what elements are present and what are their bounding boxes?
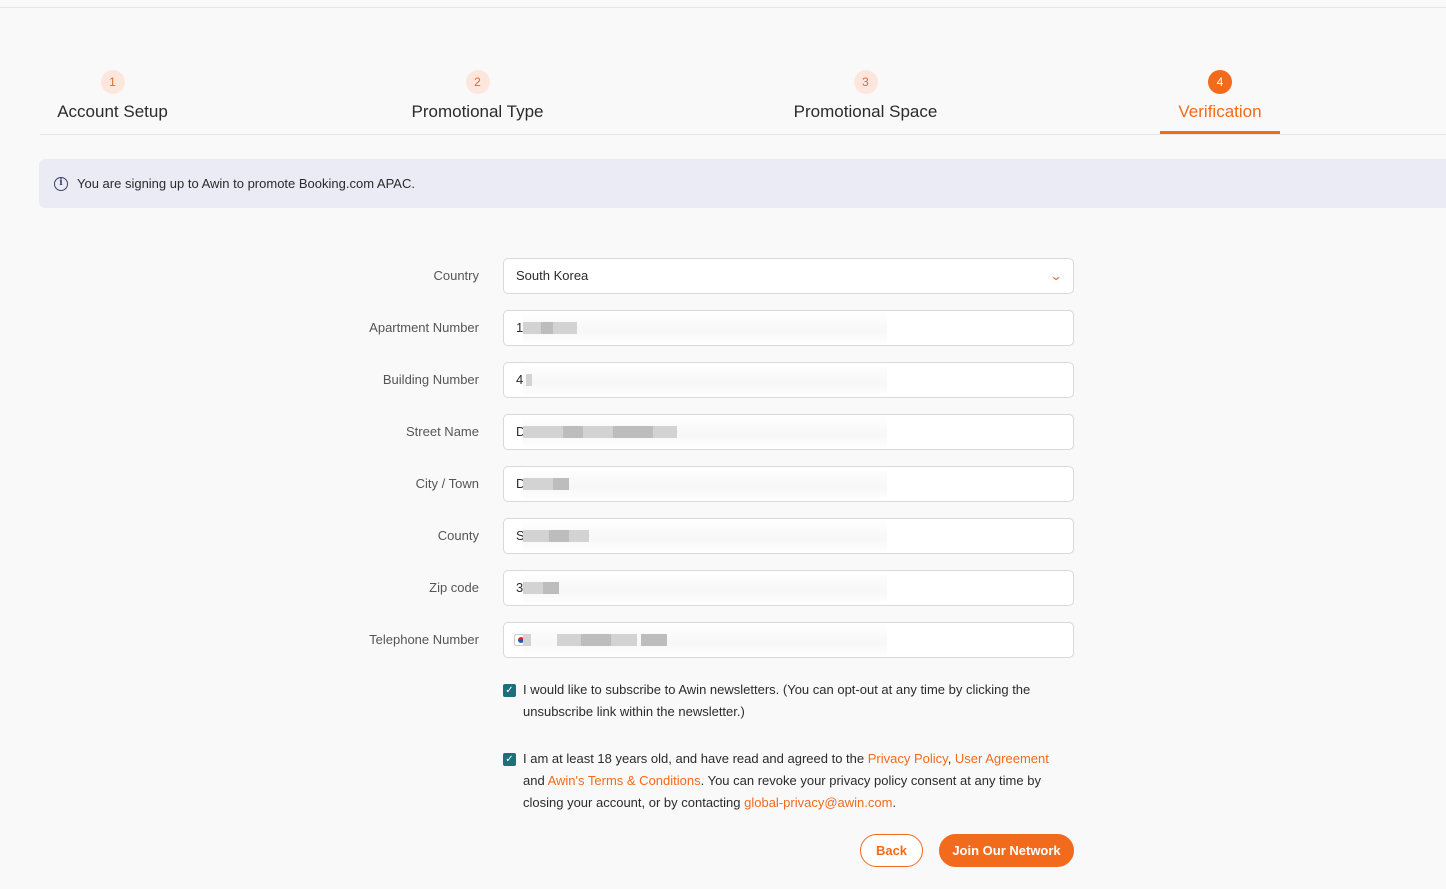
join-network-button[interactable]: Join Our Network <box>939 834 1074 867</box>
step-number: 3 <box>853 70 878 94</box>
step-number: 2 <box>465 70 490 94</box>
country-label: Country <box>433 268 479 283</box>
city-town-input[interactable]: D <box>503 466 1074 502</box>
newsletter-text: I would like to subscribe to Awin newsle… <box>523 682 1031 719</box>
privacy-email-link[interactable]: global-privacy@awin.com <box>744 795 892 810</box>
redacted-area <box>523 467 887 501</box>
top-divider <box>0 7 1446 8</box>
consent-text: I am at least 18 years old, and have rea… <box>523 751 1049 810</box>
zip-code-row: Zip code 3 <box>0 570 1446 606</box>
redacted-area <box>523 311 887 345</box>
building-number-input[interactable]: 4 <box>503 362 1074 398</box>
telephone-row: Telephone Number <box>0 622 1446 658</box>
country-value: South Korea <box>516 268 589 283</box>
info-icon: i <box>54 176 68 191</box>
step-label: Account Setup <box>57 102 168 121</box>
signup-stepper: 1 Account Setup 2 Promotional Type 3 Pro… <box>40 70 1446 135</box>
telephone-input[interactable] <box>503 622 1074 658</box>
newsletter-checkbox[interactable]: ✓ <box>503 684 516 697</box>
building-number-label: Building Number <box>382 372 479 387</box>
apartment-number-label: Apartment Number <box>369 320 479 335</box>
terms-conditions-link[interactable]: Awin's Terms & Conditions <box>548 773 701 788</box>
chevron-down-icon: ⌄ <box>1049 269 1063 283</box>
apartment-number-row: Apartment Number 1 <box>0 310 1446 346</box>
newsletter-option: ✓ I would like to subscribe to Awin news… <box>503 679 1074 723</box>
county-row: County S <box>0 518 1446 554</box>
consent-checkbox[interactable]: ✓ <box>503 753 516 766</box>
country-select[interactable]: South Korea ⌄ <box>503 258 1074 294</box>
back-button[interactable]: Back <box>860 834 923 867</box>
consent-option: ✓ I am at least 18 years old, and have r… <box>503 748 1074 814</box>
street-name-label: Street Name <box>406 424 479 439</box>
city-town-row: City / Town D <box>0 466 1446 502</box>
redacted-area <box>523 571 887 605</box>
street-name-row: Street Name D <box>0 414 1446 450</box>
zip-code-label: Zip code <box>429 580 479 595</box>
zip-code-input[interactable]: 3 <box>503 570 1074 606</box>
step-label: Promotional Space <box>793 102 938 121</box>
street-name-input[interactable]: D <box>503 414 1074 450</box>
step-verification[interactable]: 4 Verification <box>1160 70 1280 134</box>
step-promotional-type[interactable]: 2 Promotional Type <box>410 70 545 122</box>
redacted-area <box>523 363 887 397</box>
building-number-row: Building Number 4 <box>0 362 1446 398</box>
step-account-setup[interactable]: 1 Account Setup <box>55 70 170 122</box>
redacted-area <box>523 519 887 553</box>
step-label: Verification <box>1178 102 1262 121</box>
country-row: Country South Korea ⌄ <box>0 258 1446 294</box>
user-agreement-link[interactable]: User Agreement <box>955 751 1049 766</box>
privacy-policy-link[interactable]: Privacy Policy <box>868 751 948 766</box>
step-promotional-space[interactable]: 3 Promotional Space <box>793 70 938 122</box>
city-town-label: City / Town <box>415 476 479 491</box>
info-banner: i You are signing up to Awin to promote … <box>39 159 1446 208</box>
step-number: 1 <box>100 70 125 94</box>
step-label: Promotional Type <box>411 102 544 121</box>
apartment-number-input[interactable]: 1 <box>503 310 1074 346</box>
step-number: 4 <box>1208 70 1232 94</box>
redacted-area <box>523 623 887 657</box>
county-label: County <box>437 528 479 543</box>
county-input[interactable]: S <box>503 518 1074 554</box>
telephone-label: Telephone Number <box>369 632 479 647</box>
active-step-indicator <box>1160 131 1280 134</box>
redacted-area <box>523 415 887 449</box>
banner-text: You are signing up to Awin to promote Bo… <box>77 176 415 191</box>
